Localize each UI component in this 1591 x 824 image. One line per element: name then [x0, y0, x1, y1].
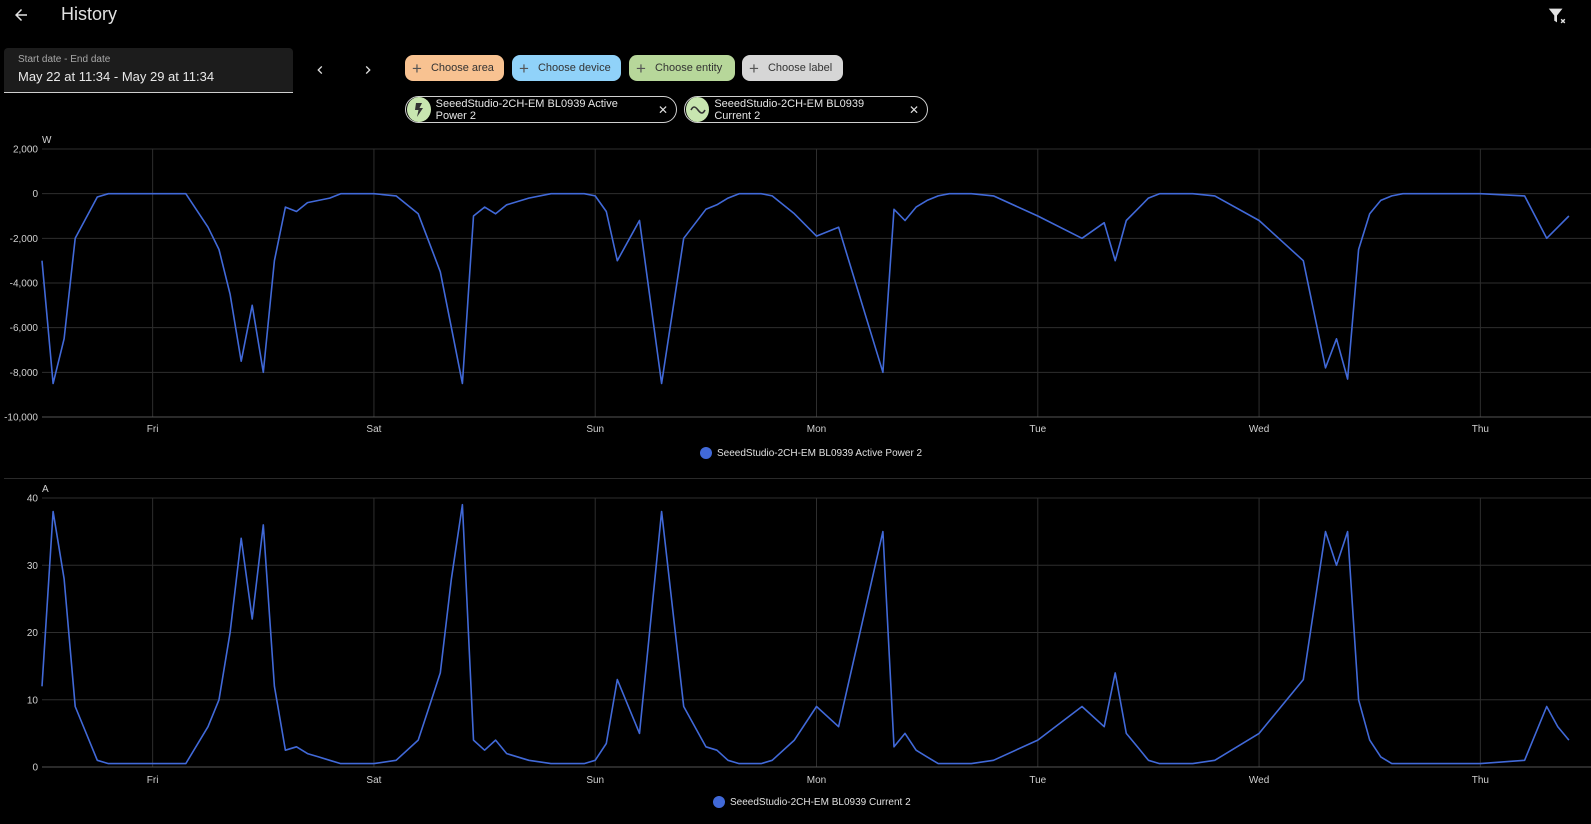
chip-label: Choose entity: [654, 62, 723, 74]
selected-entity-current[interactable]: SeeedStudio-2CH-EM BL0939 Current 2 ✕: [684, 96, 928, 123]
chip-label: Choose area: [430, 62, 494, 74]
chart-divider: [4, 478, 1591, 479]
current-chart: 40 30 20 10 0 A Fri Sat Sun Mon Tue Wed Thu: [0, 484, 1591, 784]
choose-entity-chip[interactable]: + Choose entity: [629, 55, 735, 81]
x-tick-label: Sat: [366, 424, 381, 435]
current-chart-svg: 40 30 20 10 0 A Fri Sat Sun Mon Tue Wed Thu: [27, 484, 1591, 784]
y-tick-label: 0: [32, 763, 38, 774]
y-tick-label: -6,000: [10, 323, 39, 334]
page-title: History: [61, 4, 118, 24]
x-tick-label: Wed: [1249, 775, 1269, 784]
close-icon[interactable]: ✕: [658, 103, 668, 117]
x-tick-label: Mon: [807, 424, 826, 435]
x-tick-label: Sat: [366, 775, 381, 784]
legend-label: SeeedStudio-2CH-EM BL0939 Current 2: [730, 796, 911, 808]
back-button[interactable]: [8, 2, 34, 28]
close-icon[interactable]: ✕: [909, 103, 919, 117]
y-tick-label: 20: [27, 628, 39, 639]
chevron-left-icon: [317, 66, 323, 74]
y-tick-label: -8,000: [10, 368, 39, 379]
date-range-picker[interactable]: Start date - End date May 22 at 11:34 - …: [4, 48, 293, 93]
previous-period-button[interactable]: [308, 58, 332, 82]
selected-entity-active-power[interactable]: SeeedStudio-2CH-EM BL0939 Active Power 2…: [405, 96, 677, 123]
active-power-chart-svg: 2,000 0 -2,000 -4,000 -6,000 -8,000 -10,000 W Fr…: [4, 135, 1591, 435]
x-tick-label: Fri: [147, 775, 159, 784]
filter-remove-icon: [1548, 8, 1566, 24]
chip-label: Choose label: [767, 62, 833, 74]
plus-icon: +: [412, 58, 422, 78]
y-tick-label: -2,000: [10, 234, 39, 245]
series-line[interactable]: [41, 503, 1570, 765]
y-tick-label: 0: [32, 189, 38, 200]
legend-dot: [700, 447, 712, 459]
y-tick-label: 2,000: [13, 145, 38, 156]
x-tick-label: Thu: [1472, 424, 1489, 435]
series-line[interactable]: [41, 192, 1570, 385]
y-tick-label: 30: [27, 561, 39, 572]
next-period-button[interactable]: [356, 58, 380, 82]
x-tick-label: Fri: [147, 424, 159, 435]
plus-icon: +: [519, 58, 529, 78]
current-ac-icon: [686, 97, 710, 122]
legend-dot: [713, 796, 725, 808]
y-unit-label: W: [42, 135, 52, 146]
y-tick-label: 40: [27, 494, 39, 505]
x-tick-label: Thu: [1472, 775, 1489, 784]
x-tick-label: Mon: [807, 775, 826, 784]
y-tick-label: 10: [27, 695, 39, 706]
arrow-left-icon: [15, 9, 27, 21]
y-tick-label: -4,000: [10, 279, 39, 290]
chevron-right-icon: [365, 66, 371, 74]
date-range-value: May 22 at 11:34 - May 29 at 11:34: [18, 69, 215, 84]
x-tick-label: Tue: [1029, 424, 1046, 435]
date-range-label: Start date - End date: [18, 54, 111, 65]
y-tick-label: -10,000: [4, 413, 38, 424]
pill-label: SeeedStudio-2CH-EM BL0939 Current 2: [714, 97, 865, 122]
clear-filters-button[interactable]: [1544, 3, 1570, 29]
x-tick-label: Sun: [586, 775, 604, 784]
legend-current[interactable]: SeeedStudio-2CH-EM BL0939 Current 2: [713, 796, 911, 808]
flash-icon: [407, 97, 431, 122]
y-unit-label: A: [42, 484, 49, 495]
choose-area-chip[interactable]: + Choose area: [405, 55, 504, 81]
plus-icon: +: [749, 58, 759, 78]
pill-label: SeeedStudio-2CH-EM BL0939 Active Power 2: [435, 97, 618, 122]
x-tick-label: Sun: [586, 424, 604, 435]
choose-label-chip[interactable]: + Choose label: [742, 55, 843, 81]
x-tick-label: Tue: [1029, 775, 1046, 784]
plus-icon: +: [636, 58, 646, 78]
legend-active-power[interactable]: SeeedStudio-2CH-EM BL0939 Active Power 2: [700, 447, 922, 459]
x-tick-label: Wed: [1249, 424, 1269, 435]
active-power-chart: 2,000 0 -2,000 -4,000 -6,000 -8,000 -10,000 W Fr…: [0, 135, 1591, 440]
top-bar: History: [0, 0, 1591, 30]
legend-label: SeeedStudio-2CH-EM BL0939 Active Power 2: [717, 447, 923, 459]
choose-device-chip[interactable]: + Choose device: [512, 55, 621, 81]
chip-label: Choose device: [537, 62, 611, 74]
